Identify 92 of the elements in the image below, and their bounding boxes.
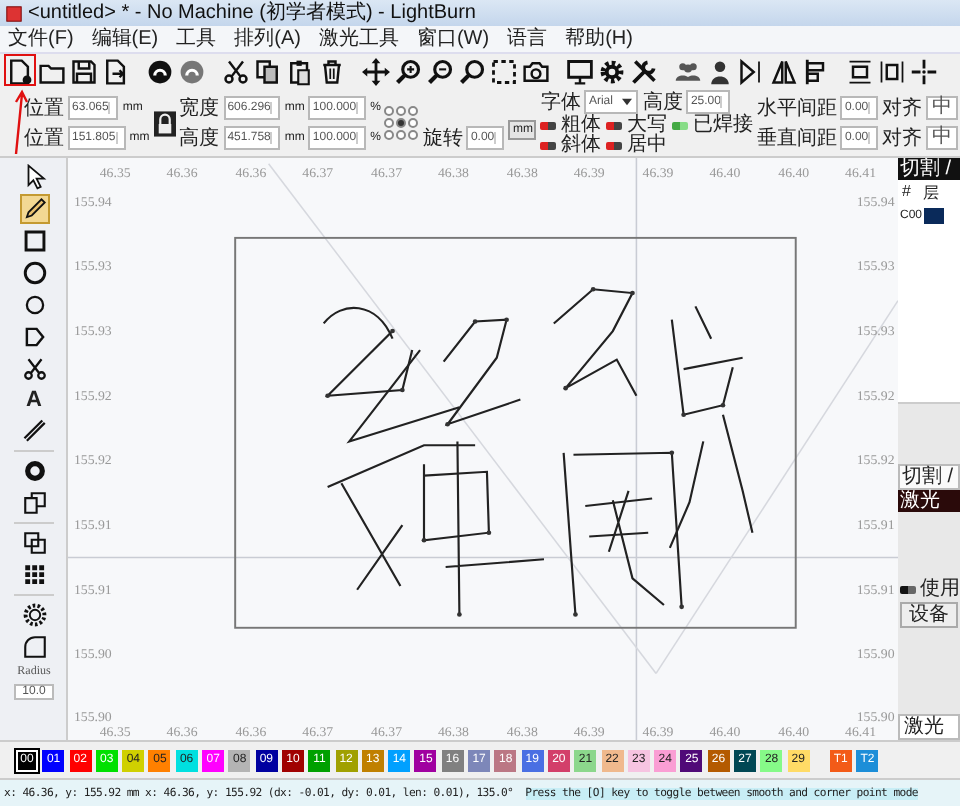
anchor-radio[interactable] <box>384 130 395 140</box>
option-label: 粗体 <box>560 116 601 136</box>
pencil-icon[interactable] <box>21 196 47 222</box>
menu-item[interactable]: 编辑(E) <box>91 27 159 51</box>
laser-tab[interactable]: 激光 <box>898 490 960 512</box>
magnifier-icon[interactable] <box>458 58 486 86</box>
align-label: 对齐 <box>882 127 923 149</box>
zoom-out-icon[interactable] <box>426 58 454 86</box>
spacing-label: 垂直间距 <box>756 127 837 149</box>
anchor-radio[interactable] <box>396 106 407 116</box>
device-button[interactable]: 设备 <box>900 602 958 628</box>
save-icon[interactable] <box>70 58 98 86</box>
option-label: 大写 <box>626 116 667 136</box>
ring-icon[interactable] <box>21 458 47 484</box>
anchor-radio[interactable] <box>384 118 395 128</box>
gear-icon[interactable] <box>598 58 626 86</box>
selection-frame-icon[interactable] <box>490 58 518 86</box>
menu-item[interactable]: 排列(A) <box>234 27 301 51</box>
anchor-radio[interactable] <box>408 130 419 140</box>
circle-icon[interactable] <box>21 260 47 286</box>
monitor-icon[interactable] <box>566 58 594 86</box>
toggle-switch[interactable] <box>606 122 623 130</box>
position-label: 位置 <box>24 97 64 119</box>
spacing-label: 水平间距 <box>756 97 837 119</box>
font-label: 字体 <box>540 91 581 113</box>
scissors-icon[interactable] <box>222 58 250 86</box>
align-dropdown[interactable]: 中 <box>926 96 959 120</box>
toggle-switch[interactable] <box>606 142 623 150</box>
laser-tab[interactable]: 激光 <box>898 714 960 740</box>
anchor-radio[interactable] <box>396 118 407 128</box>
document-arrow-icon[interactable] <box>102 58 130 86</box>
size-label: 高度 <box>179 127 220 149</box>
option-label: 已焊接 <box>692 116 753 136</box>
paste-icon[interactable] <box>286 58 314 86</box>
column-header: 层 <box>922 182 939 204</box>
move-icon[interactable] <box>362 58 390 86</box>
mirror-icon[interactable] <box>770 58 798 86</box>
window-title: <untitled> * - No Machine (初学者模式) - LightBurn <box>28 1 476 25</box>
square-icon[interactable] <box>21 228 47 254</box>
align-label: 对齐 <box>882 97 923 119</box>
overlapping-shapes-icon[interactable] <box>21 490 47 516</box>
align-left-icon[interactable] <box>802 58 830 86</box>
anchor-radio[interactable] <box>396 130 407 140</box>
scissors-icon[interactable] <box>21 356 47 382</box>
layer-swatch <box>924 208 945 224</box>
ruler-icon[interactable] <box>21 418 47 444</box>
anchor-radio[interactable] <box>408 118 419 128</box>
people-icon[interactable] <box>674 58 702 86</box>
zoom-in-icon[interactable] <box>394 58 422 86</box>
option-label: 使用 <box>920 580 960 600</box>
annotation-frame <box>4 54 36 86</box>
panel-tab[interactable]: 切割 / <box>898 158 960 180</box>
toggle-switch[interactable] <box>540 122 557 130</box>
option-label: 居中 <box>626 136 667 156</box>
new-file-icon[interactable] <box>6 58 34 86</box>
pentagon-icon[interactable] <box>21 324 47 350</box>
trash-icon[interactable] <box>318 58 346 86</box>
toggle-switch[interactable] <box>672 122 689 130</box>
anchor-radio[interactable] <box>408 106 419 116</box>
app-icon <box>6 5 22 21</box>
crosshair-icon[interactable] <box>910 58 938 86</box>
anchor-radio[interactable] <box>384 106 395 116</box>
person-icon[interactable] <box>706 58 734 86</box>
size-label: 宽度 <box>179 97 220 119</box>
copy-icon[interactable] <box>254 58 282 86</box>
menu-item[interactable]: 工具 <box>176 27 217 51</box>
overlapping-squares-icon[interactable] <box>21 530 47 556</box>
distribute-icon[interactable] <box>878 58 906 86</box>
toggle-switch[interactable] <box>540 142 557 150</box>
menu-item[interactable]: 激光工具 <box>318 27 399 51</box>
panel-tab[interactable]: 切割 / <box>898 464 960 490</box>
rotation-label: 旋转 <box>422 127 463 149</box>
grid-icon[interactable] <box>21 562 47 588</box>
text-tool[interactable]: A <box>26 388 42 412</box>
position-label: 位置 <box>24 127 64 149</box>
menu-item[interactable]: 帮助(H) <box>565 27 633 51</box>
option-label: 斜体 <box>560 136 601 156</box>
flip-icon[interactable] <box>738 58 766 86</box>
menu-item[interactable]: 文件(F) <box>8 27 74 51</box>
circle-icon[interactable] <box>21 292 47 318</box>
distribute-icon[interactable] <box>846 58 874 86</box>
align-dropdown[interactable]: 中 <box>926 126 959 150</box>
menu-item[interactable]: 窗口(W) <box>416 27 490 51</box>
camera-icon[interactable] <box>522 58 550 86</box>
menu-item[interactable]: 语言 <box>507 27 548 51</box>
wrench-icon[interactable] <box>630 58 658 86</box>
rounded-corner-icon[interactable] <box>21 634 47 660</box>
column-header: # <box>902 182 911 204</box>
toggle-switch[interactable] <box>900 586 916 594</box>
dotted-circle-icon[interactable] <box>21 602 47 628</box>
height-label: 高度 <box>642 91 683 113</box>
caret-icon <box>622 98 633 106</box>
